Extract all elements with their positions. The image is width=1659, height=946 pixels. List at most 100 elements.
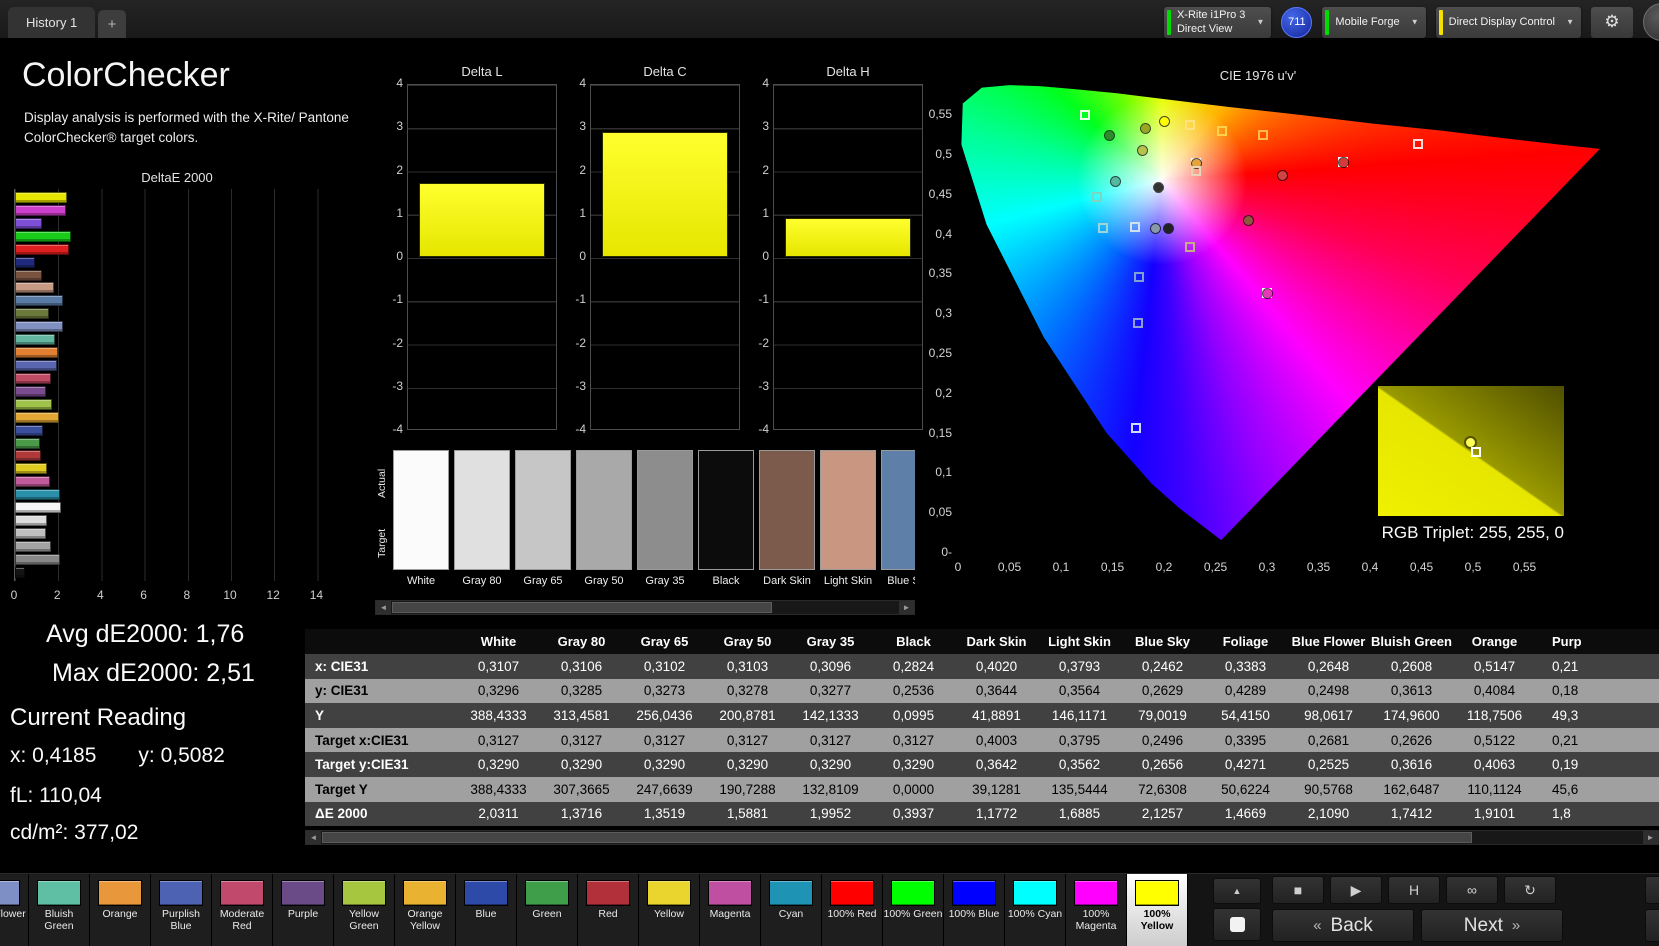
- cie-target-point: [1184, 119, 1195, 130]
- table-header-cell: Gray 65: [640, 634, 689, 649]
- back-button[interactable]: « Back: [1272, 909, 1414, 942]
- patch-button-orange-yellow[interactable]: Orange Yellow: [395, 874, 456, 946]
- patch-button-orange[interactable]: Orange: [90, 874, 151, 946]
- table-cell: 0,3290: [477, 757, 520, 773]
- delta-c-ytick: 0: [579, 249, 586, 263]
- cie-xtick: 0,05: [997, 560, 1022, 574]
- patch-button-blue[interactable]: Blue: [456, 874, 517, 946]
- scroll-right-icon[interactable]: ►: [899, 601, 914, 614]
- deltae-bar: [15, 411, 59, 423]
- patch-button-moderate-red[interactable]: Moderate Red: [212, 874, 273, 946]
- deltae-bar: [15, 502, 61, 514]
- cie-xtick: 0: [954, 560, 962, 574]
- edge-scroll-top-button[interactable]: ›: [1645, 876, 1659, 904]
- scroll-left-icon[interactable]: ◄: [376, 601, 391, 614]
- patch-button-yellow-green[interactable]: Yellow Green: [334, 874, 395, 946]
- continuous-measure-button[interactable]: ∞: [1446, 876, 1498, 904]
- scroll-right-icon[interactable]: ►: [1643, 831, 1658, 844]
- delta-h-ytick: -1: [758, 292, 769, 307]
- patch-button-bluish-green[interactable]: Bluish Green: [29, 874, 90, 946]
- patch-button-100-red[interactable]: 100% Red: [822, 874, 883, 946]
- patch-button-magenta[interactable]: Magenta: [700, 874, 761, 946]
- table-header-cell: Black: [896, 634, 931, 649]
- table-cell: 0,3642: [975, 757, 1018, 773]
- deltae-axis-tick: 4: [97, 588, 104, 602]
- table-header-cell: Orange: [1471, 634, 1518, 649]
- stop-button[interactable]: ■: [1272, 876, 1324, 904]
- patch-label: Purple: [287, 908, 319, 920]
- edge-circle-button[interactable]: [1643, 3, 1659, 41]
- patch-button-yellow[interactable]: Yellow: [639, 874, 700, 946]
- table-cell: 39,1281: [972, 781, 1021, 797]
- patch-button-purple[interactable]: Purple: [273, 874, 334, 946]
- table-cell: 2,1257: [1141, 806, 1184, 822]
- chevron-down-icon: ▼: [1566, 17, 1574, 27]
- patch-button-purplish-blue[interactable]: Purplish Blue: [151, 874, 212, 946]
- scroll-left-icon[interactable]: ◄: [306, 831, 321, 844]
- table-cell: 0,3562: [1058, 757, 1101, 773]
- table-cell: 174,9600: [1383, 707, 1440, 723]
- table-row-label: Y: [315, 707, 325, 723]
- deltae-axis-tick: 10: [223, 588, 237, 602]
- deltae-bar: [15, 308, 49, 320]
- cie-target-point: [1216, 126, 1227, 137]
- color-swatch: [637, 450, 693, 570]
- patch-button-red[interactable]: Red: [578, 874, 639, 946]
- table-cell: 0,3285: [560, 683, 603, 699]
- patch-label: Yellow Green: [349, 908, 379, 932]
- table-scrollbar-thumb[interactable]: [322, 832, 1472, 843]
- cie-target-point: [1130, 221, 1141, 232]
- meter-dropdown[interactable]: X-Rite i1Pro 3 Direct View ▼: [1163, 6, 1272, 38]
- table-cell: 0,3277: [809, 683, 852, 699]
- cie-ytick: 0,25: [928, 346, 952, 360]
- delta-h-ytick: 4: [762, 76, 769, 90]
- patch-button-cyan[interactable]: Cyan: [761, 874, 822, 946]
- table-row-label: Target x:CIE31: [315, 732, 409, 748]
- meter-count-badge[interactable]: 711: [1281, 6, 1313, 38]
- swatch-strip: Actual Target White Gray 80 Gray 65 Gray 50…: [375, 446, 915, 618]
- results-table: White Gray 80 Gray 65 Gray 50 Gray 35 Black Da…: [305, 629, 1659, 827]
- patch-button-100-green[interactable]: 100% Green: [883, 874, 944, 946]
- edge-scroll-bottom-button[interactable]: ›: [1645, 909, 1659, 942]
- patch-window-button[interactable]: [1213, 908, 1261, 941]
- patch-swatch: [37, 880, 81, 906]
- play-button[interactable]: ▶: [1330, 876, 1382, 904]
- next-button[interactable]: Next »: [1421, 909, 1563, 942]
- patch-button-100-cyan[interactable]: 100% Cyan: [1005, 874, 1066, 946]
- delta-c-ytick: 2: [579, 162, 586, 177]
- collapse-toolbar-button[interactable]: ▲: [1213, 878, 1261, 904]
- delta-h-ytick: 3: [762, 119, 769, 134]
- cie-xtick: 0,15: [1100, 560, 1125, 574]
- source-dropdown[interactable]: Mobile Forge ▼: [1322, 6, 1426, 38]
- y-reading: y: 0,5082: [138, 744, 225, 767]
- patch-button-blue-flower[interactable]: Blue Flower: [0, 874, 29, 946]
- settings-button[interactable]: ⚙: [1591, 6, 1633, 38]
- swatch-scrollbar[interactable]: ◄ ►: [375, 600, 915, 615]
- delta-c-bar: [602, 131, 728, 257]
- loop-button[interactable]: ↻: [1504, 876, 1556, 904]
- table-header-row: White Gray 80 Gray 65 Gray 50 Gray 35 Black Da…: [305, 629, 1659, 654]
- patch-button-green[interactable]: Green: [517, 874, 578, 946]
- deltae-axis-tick: 8: [183, 588, 191, 602]
- cie-xtick: 0,55: [1512, 560, 1537, 574]
- table-header-cell: Gray 80: [557, 634, 606, 649]
- deltae-axis-tick: 2: [53, 588, 61, 602]
- patch-button-100-magenta[interactable]: 100% Magenta: [1066, 874, 1127, 946]
- patch-swatch: [281, 880, 325, 906]
- table-cell: 0,3273: [643, 683, 686, 699]
- swatch-label: Blue Sky: [887, 575, 915, 587]
- cie-target-point: [1184, 242, 1195, 253]
- patch-button-100-yellow[interactable]: 100% Yellow: [1127, 874, 1188, 946]
- single-measure-button[interactable]: H: [1388, 876, 1440, 904]
- table-cell: 1,7412: [1390, 806, 1433, 822]
- patch-swatch: [464, 880, 508, 906]
- table-header-cell: Purp: [1552, 634, 1582, 649]
- swatch-scrollbar-thumb[interactable]: [392, 602, 772, 613]
- tab-history-1[interactable]: History 1: [8, 7, 96, 38]
- patch-button-100-blue[interactable]: 100% Blue: [944, 874, 1005, 946]
- table-scrollbar[interactable]: ◄ ►: [305, 830, 1659, 845]
- table-row-label: Target y:CIE31: [315, 757, 409, 773]
- add-tab-button[interactable]: +: [98, 10, 126, 38]
- current-reading-label: Current Reading: [10, 704, 187, 731]
- workflow-dropdown[interactable]: Direct Display Control ▼: [1435, 6, 1581, 38]
